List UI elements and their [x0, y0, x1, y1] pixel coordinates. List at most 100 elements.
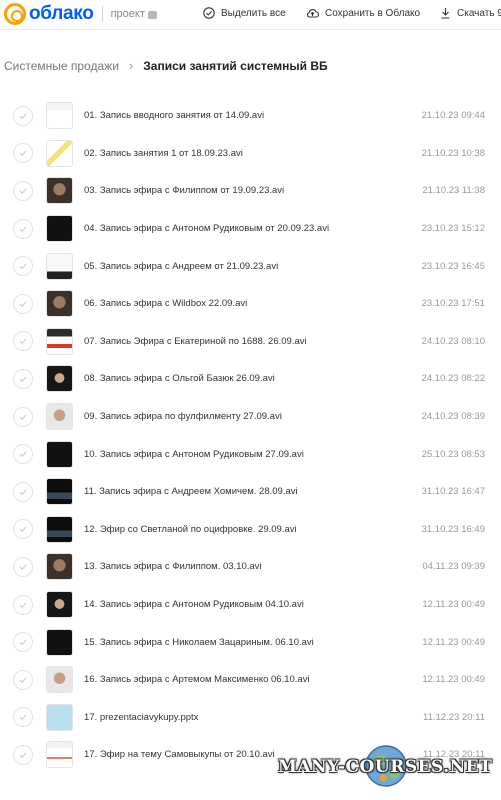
list-item[interactable]: 09. Запись эфира по фулфилменту 27.09.av…	[0, 398, 501, 436]
list-item[interactable]: 16. Запись эфира с Артемом Максименко 06…	[0, 661, 501, 699]
select-checkbox-icon[interactable]	[13, 105, 33, 126]
project-label: проект	[110, 8, 145, 20]
file-date: 25.10.23 08:53	[421, 448, 485, 460]
download-icon	[441, 8, 450, 19]
list-item[interactable]: 05. Запись эфира с Андреем от 21.09.23.a…	[0, 247, 501, 285]
select-checkbox-icon[interactable]	[13, 256, 33, 277]
file-name[interactable]: 01. Запись вводного занятия от 14.09.avi	[84, 110, 264, 121]
select-checkbox-icon[interactable]	[13, 669, 33, 690]
breadcrumb-parent-link[interactable]: Системные продажи	[4, 59, 119, 73]
select-checkbox-icon[interactable]	[13, 368, 33, 389]
file-name[interactable]: 11. Запись эфира с Андреем Хомичем. 28.0…	[84, 486, 298, 497]
logo-text: облако	[29, 3, 94, 24]
at-sign-logo-icon	[4, 3, 26, 25]
select-checkbox-icon[interactable]	[13, 481, 33, 502]
file-name[interactable]: 09. Запись эфира по фулфилменту 27.09.av…	[84, 411, 282, 422]
select-checkbox-icon[interactable]	[13, 331, 33, 352]
logo-divider	[101, 6, 103, 22]
project-badge-icon	[147, 10, 157, 19]
download-button[interactable]: Скачать 9	[440, 7, 501, 19]
save-to-cloud-label: Сохранить в Облако	[325, 7, 421, 19]
file-date: 21.10.23 11:38	[422, 185, 485, 197]
select-checkbox-icon[interactable]	[13, 444, 33, 465]
file-name[interactable]: 15. Запись эфира с Николаем Зацариным. 0…	[84, 637, 314, 648]
file-thumbnail	[46, 252, 73, 280]
file-name[interactable]: 08. Запись эфира с Ольгой Базюк 26.09.av…	[84, 373, 275, 384]
select-checkbox-icon[interactable]	[13, 519, 33, 540]
file-thumbnail	[46, 515, 73, 543]
file-name[interactable]: 10. Запись эфира с Антоном Рудиковым 27.…	[84, 449, 304, 460]
file-thumbnail	[46, 553, 73, 581]
select-checkbox-icon[interactable]	[13, 594, 33, 615]
list-item[interactable]: 12. Эфир со Светланой по оцифровке. 29.0…	[0, 511, 501, 549]
cloud-logo[interactable]: облако проект	[4, 3, 157, 25]
list-item[interactable]: 14. Запись эфира с Антоном Рудиковым 04.…	[0, 586, 501, 624]
select-checkbox-icon[interactable]	[13, 556, 33, 577]
list-item[interactable]: 04. Запись эфира с Антоном Рудиковым от …	[0, 210, 501, 248]
select-checkbox-icon[interactable]	[13, 218, 33, 239]
file-name[interactable]: 17. prezentaciavykupy.pptx	[84, 712, 198, 723]
list-item[interactable]: 02. Запись занятия 1 от 18.09.23.avi 21.1…	[0, 135, 501, 173]
file-date: 24.10.23 08:10	[421, 335, 485, 347]
select-checkbox-icon[interactable]	[13, 632, 33, 653]
file-thumbnail	[46, 666, 73, 694]
list-item[interactable]: 13. Запись эфира с Филиппом. 03.10.avi 04…	[0, 548, 501, 586]
select-checkbox-icon[interactable]	[13, 180, 33, 201]
select-checkbox-icon[interactable]	[13, 293, 33, 314]
select-checkbox-icon[interactable]	[13, 707, 33, 728]
select-checkbox-icon[interactable]	[13, 143, 33, 164]
list-item[interactable]: 17. prezentaciavykupy.pptx 11.12.23 20:11	[0, 699, 501, 737]
file-thumbnail	[46, 327, 73, 355]
file-date: 23.10.23 17:51	[421, 298, 485, 310]
select-checkbox-icon[interactable]	[13, 744, 33, 765]
file-name[interactable]: 02. Запись занятия 1 от 18.09.23.avi	[84, 148, 243, 159]
chevron-right-icon: ›	[128, 58, 134, 73]
list-item[interactable]: 06. Запись эфира с Wildbox 22.09.avi 23.1…	[0, 285, 501, 323]
file-date: 21.10.23 09:44	[421, 110, 485, 122]
file-list: 01. Запись вводного занятия от 14.09.avi…	[0, 97, 501, 774]
top-bar: облако проект Выделить все Сохранить в О…	[0, 0, 501, 30]
list-item[interactable]: 11. Запись эфира с Андреем Хомичем. 28.0…	[0, 473, 501, 511]
file-name[interactable]: 03. Запись эфира с Филиппом от 19.09.23.…	[84, 185, 284, 196]
file-name[interactable]: 05. Запись эфира с Андреем от 21.09.23.a…	[84, 261, 278, 272]
file-thumbnail	[46, 628, 73, 656]
file-name[interactable]: 07. Запись Эфира с Екатериной по 1688. 2…	[84, 336, 307, 347]
file-name[interactable]: 04. Запись эфира с Антоном Рудиковым от …	[84, 223, 329, 234]
file-date: 31.10.23 16:47	[421, 486, 485, 498]
file-name[interactable]: 13. Запись эфира с Филиппом. 03.10.avi	[84, 561, 262, 572]
file-thumbnail	[46, 139, 73, 167]
breadcrumb: Системные продажи › Записи занятий систе…	[4, 58, 328, 73]
file-thumbnail	[46, 177, 73, 205]
file-thumbnail	[46, 741, 73, 769]
file-date: 24.10.23 08:22	[421, 373, 485, 385]
watermark-text: MANY-COURSES.NET	[278, 757, 493, 777]
list-item[interactable]: 08. Запись эфира с Ольгой Базюк 26.09.av…	[0, 360, 501, 398]
file-thumbnail	[46, 365, 73, 393]
file-thumbnail	[46, 478, 73, 506]
file-name[interactable]: 14. Запись эфира с Антоном Рудиковым 04.…	[84, 599, 304, 610]
file-thumbnail	[46, 440, 73, 468]
file-name[interactable]: 12. Эфир со Светланой по оцифровке. 29.0…	[84, 524, 297, 535]
list-item[interactable]: 03. Запись эфира с Филиппом от 19.09.23.…	[0, 172, 501, 210]
file-name[interactable]: 17. Эфир на тему Самовыкупы от 20.10.avi	[84, 749, 275, 760]
file-thumbnail	[46, 290, 73, 318]
download-label: Скачать 9	[457, 7, 501, 19]
file-thumbnail	[46, 703, 73, 731]
file-date: 23.10.23 16:45	[421, 260, 485, 272]
list-item[interactable]: 10. Запись эфира с Антоном Рудиковым 27.…	[0, 435, 501, 473]
file-date: 31.10.23 16:49	[421, 523, 485, 535]
list-item[interactable]: 15. Запись эфира с Николаем Зацариным. 0…	[0, 623, 501, 661]
file-date: 12.11.23 00:49	[422, 599, 485, 611]
file-name[interactable]: 06. Запись эфира с Wildbox 22.09.avi	[84, 298, 247, 309]
save-to-cloud-button[interactable]: Сохранить в Облако	[306, 7, 420, 19]
select-all-button[interactable]: Выделить все	[203, 7, 286, 19]
file-date: 04.11.23 09:39	[422, 561, 485, 573]
select-checkbox-icon[interactable]	[13, 406, 33, 427]
list-item[interactable]: 07. Запись Эфира с Екатериной по 1688. 2…	[0, 323, 501, 361]
file-date: 12.11.23 00:49	[422, 636, 485, 648]
file-thumbnail	[46, 403, 73, 431]
file-date: 24.10.23 08:39	[421, 411, 485, 423]
cloud-upload-icon	[307, 9, 319, 18]
file-name[interactable]: 16. Запись эфира с Артемом Максименко 06…	[84, 674, 310, 685]
list-item[interactable]: 01. Запись вводного занятия от 14.09.avi…	[0, 97, 501, 135]
